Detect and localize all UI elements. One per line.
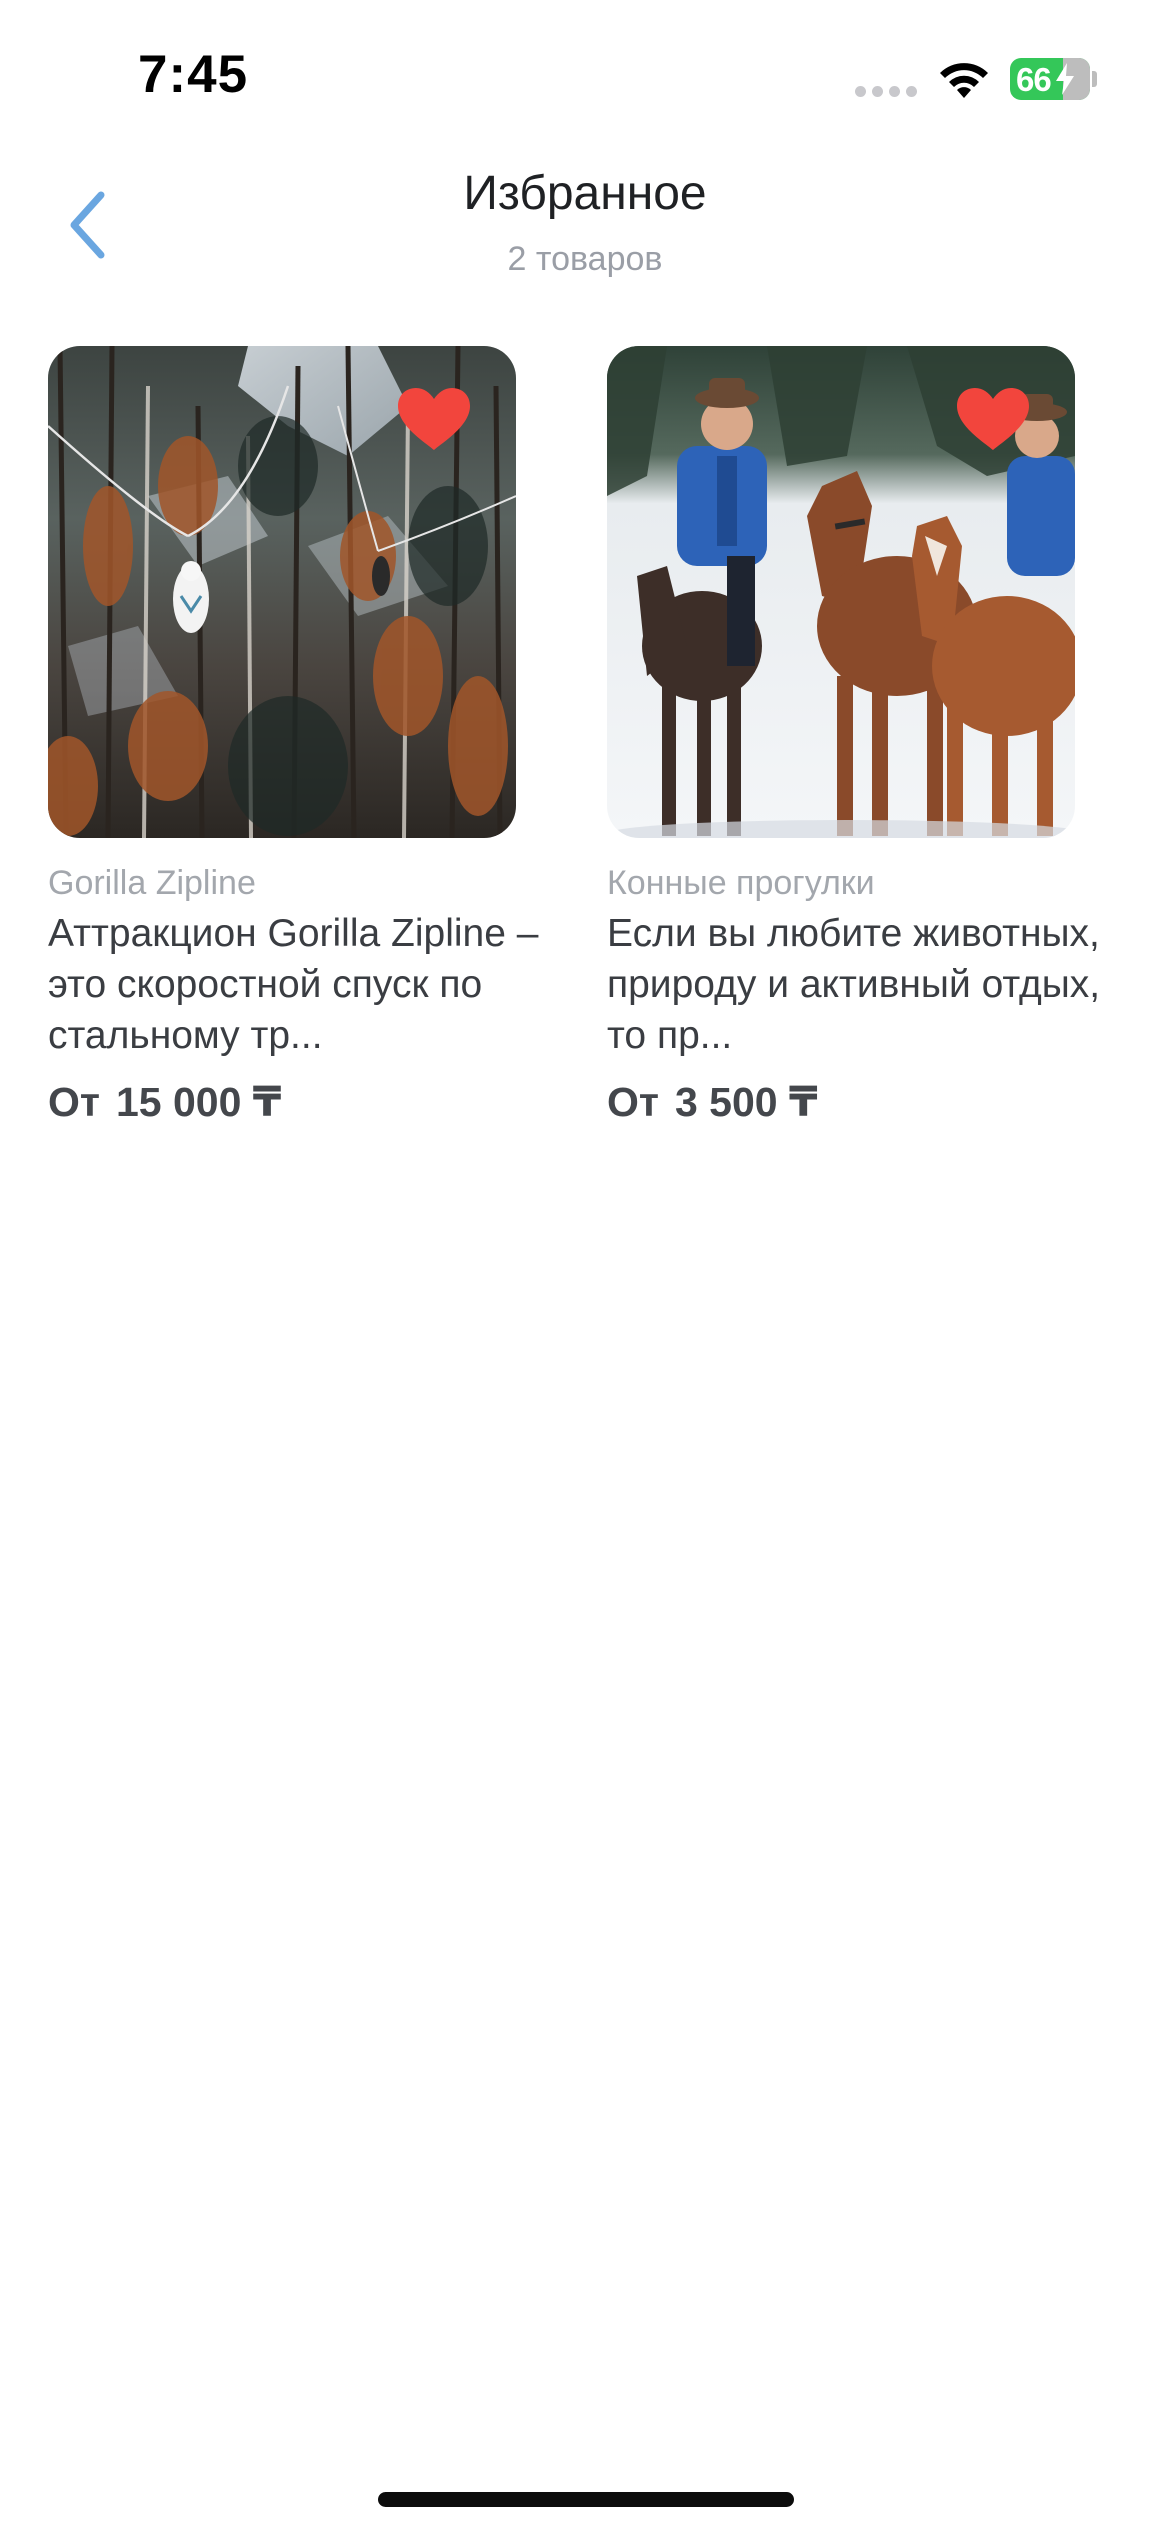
- product-description: Аттракцион Gorilla Zipline – это скорост…: [48, 912, 539, 1057]
- product-image[interactable]: [607, 346, 1075, 838]
- charging-bolt-icon: [1056, 63, 1074, 95]
- price-value: 15 000 ₸: [115, 1079, 282, 1125]
- heart-icon[interactable]: [955, 386, 1031, 452]
- page-title: Избранное: [463, 167, 707, 220]
- battery-cap: [1092, 71, 1097, 87]
- battery-icon: 66: [1010, 58, 1090, 100]
- price-value: 3 500 ₸: [674, 1079, 818, 1125]
- items-count: 2 товаров: [507, 240, 663, 278]
- product-category: Конные прогулки: [607, 864, 875, 902]
- product-price: От 15 000 ₸: [48, 1078, 281, 1126]
- product-description: Если вы любите животных, природу и актив…: [607, 912, 1101, 1057]
- status-time: 7:45: [138, 45, 249, 104]
- status-bar: 7:45 66: [0, 0, 1170, 150]
- product-category: Gorilla Zipline: [48, 864, 256, 902]
- price-prefix: От: [607, 1079, 659, 1125]
- product-card-horse-riding[interactable]: Конные прогулки Если вы любите животных,…: [607, 346, 1127, 1125]
- product-price: От 3 500 ₸: [607, 1078, 818, 1126]
- product-card-zipline[interactable]: Gorilla Zipline Аттракцион Gorilla Zipli…: [48, 346, 568, 1125]
- price-prefix: От: [48, 1079, 100, 1125]
- heart-icon[interactable]: [396, 386, 472, 452]
- wifi-icon: [940, 63, 988, 98]
- battery-level: 66: [1016, 61, 1052, 98]
- cellular-signal-icon: [855, 86, 917, 97]
- home-indicator[interactable]: [378, 2492, 794, 2507]
- product-image[interactable]: [48, 346, 516, 838]
